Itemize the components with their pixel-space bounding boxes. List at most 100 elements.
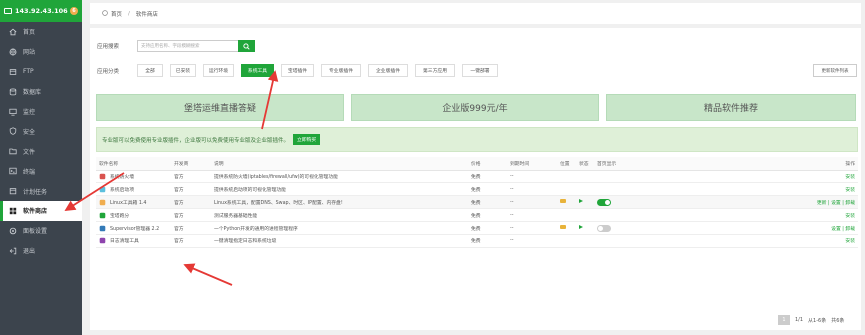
- category-tab[interactable]: 第三方应用: [415, 64, 455, 77]
- sidebar-item-7[interactable]: 终端: [0, 161, 82, 181]
- software-name[interactable]: Supervisor管理器 2.2: [110, 225, 159, 232]
- column-header: 到期时间: [507, 157, 557, 171]
- sidebar-item-label: 安全: [23, 128, 36, 136]
- folder-icon[interactable]: [560, 224, 566, 230]
- sidebar-item-3[interactable]: 数据库: [0, 82, 82, 102]
- calendar-icon: [9, 187, 17, 195]
- search-button[interactable]: [238, 40, 255, 52]
- description: Linux系统工具，配置DNS、Swap、时区、IP配置、内存盘!: [214, 200, 343, 206]
- page-range: 从1-6条: [808, 317, 827, 324]
- toggle-knob: [598, 225, 603, 231]
- software-name-cell: 日志清理工具: [99, 237, 171, 244]
- table-row: 宝塔跑分 官方 测试服务器基础性能 免费 -- 安装: [96, 208, 858, 223]
- home-icon[interactable]: [102, 9, 108, 18]
- description: 一键清理指定日志和系统垃圾: [214, 239, 277, 245]
- software-name-cell: 系统启动项: [99, 186, 171, 193]
- row-actions[interactable]: 安装: [845, 175, 855, 180]
- software-name[interactable]: 系统启动项: [110, 186, 134, 193]
- sidebar: 143.92.43.106 6 首页 网站 FTP 数据库监控安全文件终端计划任务软件…: [0, 0, 82, 335]
- home-display-toggle[interactable]: [597, 198, 611, 206]
- category-tab[interactable]: 企业版插件: [368, 64, 408, 77]
- page-current[interactable]: 1: [778, 315, 790, 325]
- page-total: 共6条: [831, 317, 845, 324]
- column-header: 位置: [557, 157, 576, 171]
- column-header: 状态: [576, 157, 594, 171]
- page-count: 1/1: [795, 317, 804, 323]
- description: 一个Python开发的通用的进程管理程序: [214, 226, 298, 232]
- promo-banner[interactable]: 精品软件推荐: [606, 94, 856, 121]
- category-tab[interactable]: 专业版插件: [321, 64, 361, 77]
- category-tab[interactable]: 一键部署: [462, 64, 498, 77]
- category-tabs: 全部 已安装 运行环境 系统工具 宝塔插件 专业版插件 企业版插件 第三方应用 一键部署: [137, 64, 505, 77]
- developer: 官方: [174, 239, 184, 245]
- promo-banner[interactable]: 堡塔运维直播答疑: [96, 94, 344, 121]
- search-input[interactable]: 支持应用名称、字段模糊搜索: [137, 40, 238, 52]
- row-actions[interactable]: 安装: [845, 239, 855, 244]
- sidebar-item-0[interactable]: 首页: [0, 22, 82, 42]
- sidebar-item-11[interactable]: 退出: [0, 241, 82, 261]
- notification-badge[interactable]: 6: [70, 7, 78, 15]
- table-header: 软件名称 开发商 说明 价格 到期时间 位置 状态 首页显示 操作: [96, 157, 858, 171]
- software-name[interactable]: 宝塔跑分: [110, 212, 129, 219]
- category-tab[interactable]: 宝塔插件: [281, 64, 314, 77]
- developer: 官方: [174, 174, 184, 180]
- search-row: 应用搜索 支持应用名称、字段模糊搜索: [97, 40, 255, 52]
- sidebar-item-4[interactable]: 监控: [0, 102, 82, 122]
- software-name[interactable]: Linux工具箱 1.4: [110, 199, 146, 206]
- row-actions[interactable]: 安装: [845, 214, 855, 219]
- column-header: 操作: [644, 157, 858, 171]
- supervisor-icon: [99, 225, 106, 232]
- category-tab[interactable]: 系统工具: [241, 64, 274, 77]
- table-row: 系统防火墙 官方 提供系统防火墙(iptables/firewall/ufw)的可视…: [96, 170, 858, 184]
- category-row: 应用分类 全部 已安装 运行环境 系统工具 宝塔插件 专业版插件 企业版插件 第三方应用 一键部…: [97, 64, 505, 77]
- sidebar-item-9[interactable]: 软件商店: [0, 201, 82, 221]
- update-list-button[interactable]: 更新软件列表: [813, 64, 857, 77]
- row-actions[interactable]: 安装: [845, 188, 855, 193]
- price: 免费: [471, 187, 481, 193]
- price: 免费: [471, 213, 481, 219]
- category-tab[interactable]: 已安装: [170, 64, 196, 77]
- sidebar-item-6[interactable]: 文件: [0, 141, 82, 161]
- column-header: 首页显示: [594, 157, 644, 171]
- sidebar-item-10[interactable]: 面板设置: [0, 221, 82, 241]
- breadcrumb-separator: /: [128, 10, 130, 17]
- category-tab[interactable]: 全部: [137, 64, 163, 77]
- table-row: Supervisor管理器 2.2 官方 一个Python开发的通用的进程管理程序 免…: [96, 221, 858, 235]
- notice-text: 专业版可以免费使用专业版插件，企业版可以免费使用专业版及企业版插件。: [102, 137, 290, 144]
- folder-icon[interactable]: [560, 198, 566, 204]
- sidebar-item-label: 软件商店: [23, 208, 48, 216]
- toggle-knob: [605, 199, 610, 205]
- sidebar-item-label: 计划任务: [23, 188, 48, 196]
- software-name[interactable]: 日志清理工具: [110, 237, 139, 244]
- row-actions[interactable]: 设置 | 卸载: [831, 227, 855, 232]
- ftp-icon: [9, 68, 17, 76]
- table-row: Linux工具箱 1.4 官方 Linux系统工具，配置DNS、Swap、时区、IP…: [96, 195, 858, 210]
- software-name[interactable]: 系统防火墙: [110, 173, 134, 180]
- monitor-icon: [4, 8, 12, 14]
- running-status-icon[interactable]: [579, 225, 583, 229]
- sidebar-item-5[interactable]: 安全: [0, 121, 82, 141]
- search-label: 应用搜索: [97, 44, 120, 50]
- sidebar-item-label: 数据库: [23, 89, 42, 97]
- sidebar-item-label: 文件: [23, 148, 36, 156]
- breadcrumb-home[interactable]: 首页: [111, 10, 122, 18]
- sidebar-item-8[interactable]: 计划任务: [0, 181, 82, 201]
- sidebar-item-label: FTP: [23, 68, 34, 76]
- store-icon: [9, 207, 17, 215]
- settings-icon: [9, 227, 17, 235]
- software-name-cell: 宝塔跑分: [99, 212, 171, 219]
- expire: --: [510, 186, 514, 192]
- sidebar-item-2[interactable]: FTP: [0, 62, 82, 82]
- home-display-toggle[interactable]: [597, 224, 611, 232]
- column-header: 软件名称: [96, 157, 171, 171]
- category-tab[interactable]: 运行环境: [203, 64, 234, 77]
- software-table: 软件名称 开发商 说明 价格 到期时间 位置 状态 首页显示 操作 系统防火墙 官方 提供系统防火墙…: [96, 157, 858, 248]
- folder-icon: [9, 147, 17, 155]
- breadcrumb: 首页 / 软件商店: [90, 3, 861, 24]
- sidebar-item-1[interactable]: 网站: [0, 42, 82, 62]
- promo-banner[interactable]: 企业版999元/年: [351, 94, 599, 121]
- buy-now-button[interactable]: 立即购买: [293, 134, 321, 145]
- row-actions[interactable]: 更新 | 设置 | 卸载: [817, 201, 855, 206]
- server-header[interactable]: 143.92.43.106 6: [0, 0, 82, 22]
- running-status-icon[interactable]: [579, 199, 583, 204]
